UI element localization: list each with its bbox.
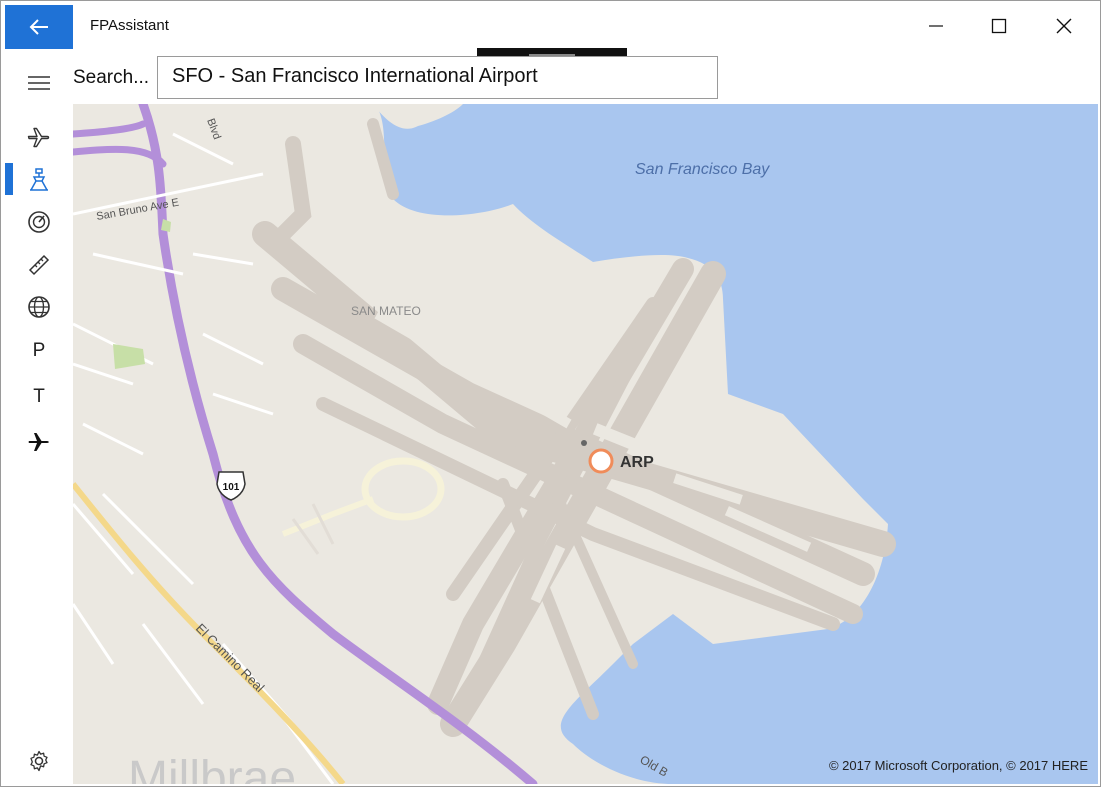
maximize-icon xyxy=(991,18,1007,34)
back-button[interactable] xyxy=(5,5,73,49)
hamburger-menu-button[interactable] xyxy=(5,63,73,103)
san-mateo-label: SAN MATEO xyxy=(351,304,421,318)
arp-label: ARP xyxy=(620,454,654,471)
sidebar-item-p[interactable]: P xyxy=(5,331,73,371)
millbrae-label: Millbrae xyxy=(128,752,296,784)
sidebar-item-flights[interactable] xyxy=(5,117,73,157)
airport-tower-icon xyxy=(30,168,48,191)
search-label: Search... xyxy=(73,67,150,88)
hwy-101-label: 101 xyxy=(223,482,240,493)
sidebar-item-t[interactable]: T xyxy=(5,377,73,417)
map-view[interactable]: 101 San Francisco Bay SAN MATEO San Brun… xyxy=(73,104,1098,784)
sidebar-item-performance[interactable] xyxy=(5,202,73,242)
close-button[interactable] xyxy=(1041,9,1087,43)
sidebar: P T xyxy=(5,49,73,784)
minimize-button[interactable] xyxy=(913,9,959,43)
minimize-icon xyxy=(929,25,943,27)
title-bar: FPAssistant xyxy=(1,1,1100,49)
search-box[interactable] xyxy=(157,56,718,99)
gear-icon xyxy=(30,750,48,772)
hamburger-icon xyxy=(28,76,50,90)
settings-button[interactable] xyxy=(5,741,73,781)
globe-icon xyxy=(28,296,50,318)
sidebar-item-world[interactable] xyxy=(5,287,73,327)
sidebar-item-aircraft[interactable] xyxy=(5,422,73,462)
app-window: FPAssistant P T Search... SFO - San Fran… xyxy=(0,0,1101,787)
app-title: FPAssistant xyxy=(90,17,169,34)
sidebar-item-airport[interactable] xyxy=(5,159,73,199)
airplane-filled-icon xyxy=(28,433,49,451)
map-canvas[interactable]: 101 San Francisco Bay SAN MATEO San Brun… xyxy=(73,104,1098,784)
airplane-outline-icon xyxy=(27,127,50,148)
close-icon xyxy=(1056,18,1072,34)
back-arrow-icon xyxy=(29,19,48,35)
maximize-button[interactable] xyxy=(976,9,1022,43)
map-copyright: © 2017 Microsoft Corporation, © 2017 HER… xyxy=(829,758,1088,773)
ruler-icon xyxy=(28,254,50,276)
map-point-icon xyxy=(581,440,587,446)
gauge-icon xyxy=(28,211,50,233)
search-input[interactable] xyxy=(172,57,712,96)
bay-label: San Francisco Bay xyxy=(635,161,770,178)
sidebar-item-measure[interactable] xyxy=(5,245,73,285)
arp-marker-icon[interactable] xyxy=(588,448,614,474)
